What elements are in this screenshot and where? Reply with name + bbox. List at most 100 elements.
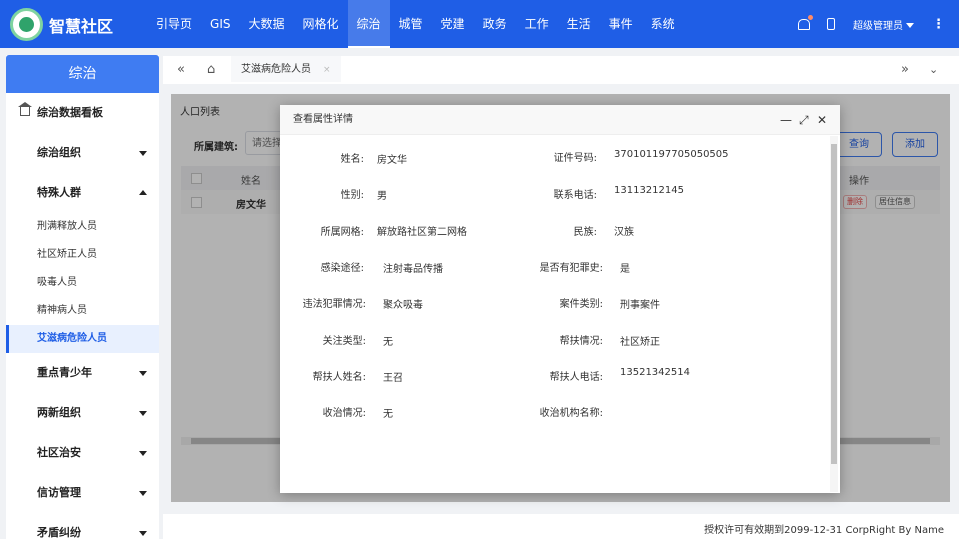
sidebar-item-special[interactable]: 特殊人群 [6,173,159,213]
chevron-down-icon [139,491,147,496]
value-treatment: 无 [383,409,393,420]
maximize-icon[interactable]: ⤢ [799,113,809,127]
scrollbar-thumb[interactable] [831,144,837,464]
label-name: 姓名: [340,154,364,165]
label-ethnicity: 民族: [573,227,597,238]
nav-item-party[interactable]: 党建 [432,0,474,48]
nav-item-work[interactable]: 工作 [516,0,558,48]
logo-icon [10,8,43,41]
value-case-type: 刑事案件 [620,300,660,311]
value-name: 房文华 [377,155,407,166]
bell-icon[interactable] [797,15,813,31]
sidebar-sub-correction[interactable]: 社区矫正人员 [6,241,159,269]
mobile-icon[interactable] [827,18,835,30]
value-offense: 聚众吸毒 [383,300,423,311]
nav-item-urban[interactable]: 城管 [390,0,432,48]
nav-item-system[interactable]: 系统 [642,0,684,48]
sidebar-item-youth[interactable]: 重点青少年 [6,353,159,393]
home-tab-icon[interactable]: ⌂ [207,62,215,77]
sidebar-item-label: 重点青少年 [37,366,92,379]
tab-aids[interactable]: 艾滋病危险人员 × [231,56,341,84]
chevron-down-icon [139,451,147,456]
chevron-down-icon [139,151,147,156]
close-tab-icon[interactable]: × [323,65,331,75]
tab-label: 艾滋病危险人员 [241,64,311,75]
label-treatment: 收治情况: [322,408,366,419]
sidebar-item-label: 矛盾纠纷 [37,526,81,539]
nav-item-gis[interactable]: GIS [201,0,239,48]
label-institution: 收治机构名称: [539,408,603,419]
value-assistance: 社区矫正 [620,337,660,348]
sidebar-item-label: 综治数据看板 [37,106,103,119]
sidebar-sub-mental[interactable]: 精神病人员 [6,297,159,325]
label-grid: 所属网格: [320,227,364,238]
sidebar-item-security[interactable]: 社区治安 [6,433,159,473]
sidebar-item-dashboard[interactable]: 综治数据看板 [6,93,159,133]
label-offense: 违法犯罪情况: [302,299,366,310]
copyright-text: 授权许可有效期到2099-12-31 CorpRight By Name [704,525,944,536]
nav-item-bigdata[interactable]: 大数据 [239,0,293,48]
sidebar-title: 综治 [6,55,159,93]
double-chevron-left-icon[interactable]: « [177,62,185,77]
detail-modal: 查看属性详情 — ⤢ ✕ 姓名: 房文华 证件号码: 3701011977050… [280,105,840,493]
label-attention-type: 关注类型: [322,336,366,347]
sidebar-sub-drug[interactable]: 吸毒人员 [6,269,159,297]
sidebar-item-label: 两新组织 [37,406,81,419]
sidebar: 综治 综治数据看板 综治组织 特殊人群 刑满释放人员 社区矫正人员 吸毒人员 精… [6,55,159,539]
nav-item-zongzhi[interactable]: 综治 [347,0,390,48]
sidebar-item-label: 社区治安 [37,446,81,459]
label-case-type: 案件类别: [559,299,603,310]
value-ethnicity: 汉族 [614,227,634,238]
sidebar-item-label: 综治组织 [37,146,81,159]
nav-item-life[interactable]: 生活 [558,0,600,48]
user-name: 超级管理员 [853,20,903,32]
sidebar-item-org[interactable]: 综治组织 [6,133,159,173]
notification-dot [808,15,813,20]
user-menu[interactable]: 超级管理员 [853,17,914,32]
value-attention-type: 无 [383,337,393,348]
label-infection-route: 感染途径: [320,263,364,274]
chevron-up-icon [139,190,147,195]
label-assistance: 帮扶情况: [559,336,603,347]
double-chevron-right-icon[interactable]: » [901,62,909,77]
modal-scrollbar[interactable] [830,136,838,492]
label-phone: 联系电话: [553,190,597,201]
sidebar-item-petition[interactable]: 信访管理 [6,473,159,513]
sidebar-sub-released[interactable]: 刑满释放人员 [6,213,159,241]
brand-title: 智慧社区 [49,17,114,36]
value-gender: 男 [377,191,387,202]
top-right-tools: 超级管理员 ⋮ [797,0,945,48]
value-id-number: 370101197705050505 [614,149,729,160]
top-navbar: 智慧社区 引导页 GIS 大数据 网格化 综治 城管 党建 政务 工作 生活 事… [0,0,959,48]
more-vertical-icon[interactable]: ⋮ [932,17,945,32]
sidebar-item-label: 特殊人群 [37,186,81,199]
value-grid: 解放路社区第二网格 [377,227,467,238]
chevron-down-icon [139,531,147,536]
sidebar-sub-aids[interactable]: 艾滋病危险人员 [6,325,159,353]
minimize-icon[interactable]: — [780,113,792,127]
label-helper-phone: 帮扶人电话: [549,372,603,383]
close-icon[interactable]: ✕ [817,113,827,127]
sidebar-item-label: 信访管理 [37,486,81,499]
sidebar-item-twonew[interactable]: 两新组织 [6,393,159,433]
nav-item-government[interactable]: 政务 [474,0,516,48]
chevron-down-icon [139,411,147,416]
label-criminal-history: 是否有犯罪史: [539,263,603,274]
value-infection-route: 注射毒品传播 [383,264,443,275]
tab-bar: « ⌂ 艾滋病危险人员 × » ⌄ [163,56,959,84]
nav-item-grid[interactable]: 网格化 [294,0,348,48]
value-helper-phone: 13521342514 [620,367,690,378]
home-icon [18,102,32,116]
label-id-number: 证件号码: [553,153,597,164]
sidebar-item-conflict[interactable]: 矛盾纠纷 [6,513,159,539]
label-gender: 性别: [340,190,364,201]
modal-title: 查看属性详情 [280,105,840,135]
value-helper-name: 王召 [383,373,403,384]
nav-item-guide[interactable]: 引导页 [147,0,201,48]
chevron-down-icon [139,371,147,376]
label-helper-name: 帮扶人姓名: [312,372,366,383]
chevron-down-icon[interactable]: ⌄ [929,63,938,76]
value-phone: 13113212145 [614,185,684,196]
main-nav: 引导页 GIS 大数据 网格化 综治 城管 党建 政务 工作 生活 事件 系统 [147,0,684,48]
nav-item-events[interactable]: 事件 [600,0,642,48]
